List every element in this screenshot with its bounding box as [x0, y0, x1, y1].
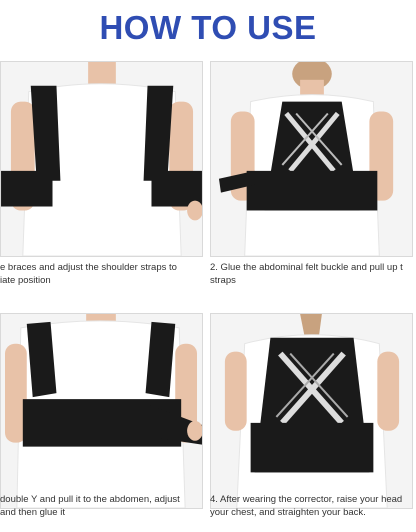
step-1-caption: e braces and adjust the shoulder straps …	[0, 262, 177, 286]
back-brace-illustration	[211, 62, 412, 256]
step-2-photo	[210, 61, 413, 257]
front-belt-illustration	[1, 314, 202, 508]
step-4-caption: 4. After wearing the corrector, raise yo…	[210, 494, 403, 518]
worn-brace-illustration	[211, 314, 412, 508]
page-title: HOW TO USE	[99, 9, 317, 46]
front-brace-illustration	[1, 62, 202, 256]
step-3-photo	[0, 313, 203, 509]
step-3-caption: double Y and pull it to the abdomen, adj…	[0, 494, 180, 518]
step-2-caption: 2. Glue the abdominal felt buckle and pu…	[210, 262, 403, 286]
step-4-photo	[210, 313, 413, 509]
step-1-photo	[0, 61, 203, 257]
